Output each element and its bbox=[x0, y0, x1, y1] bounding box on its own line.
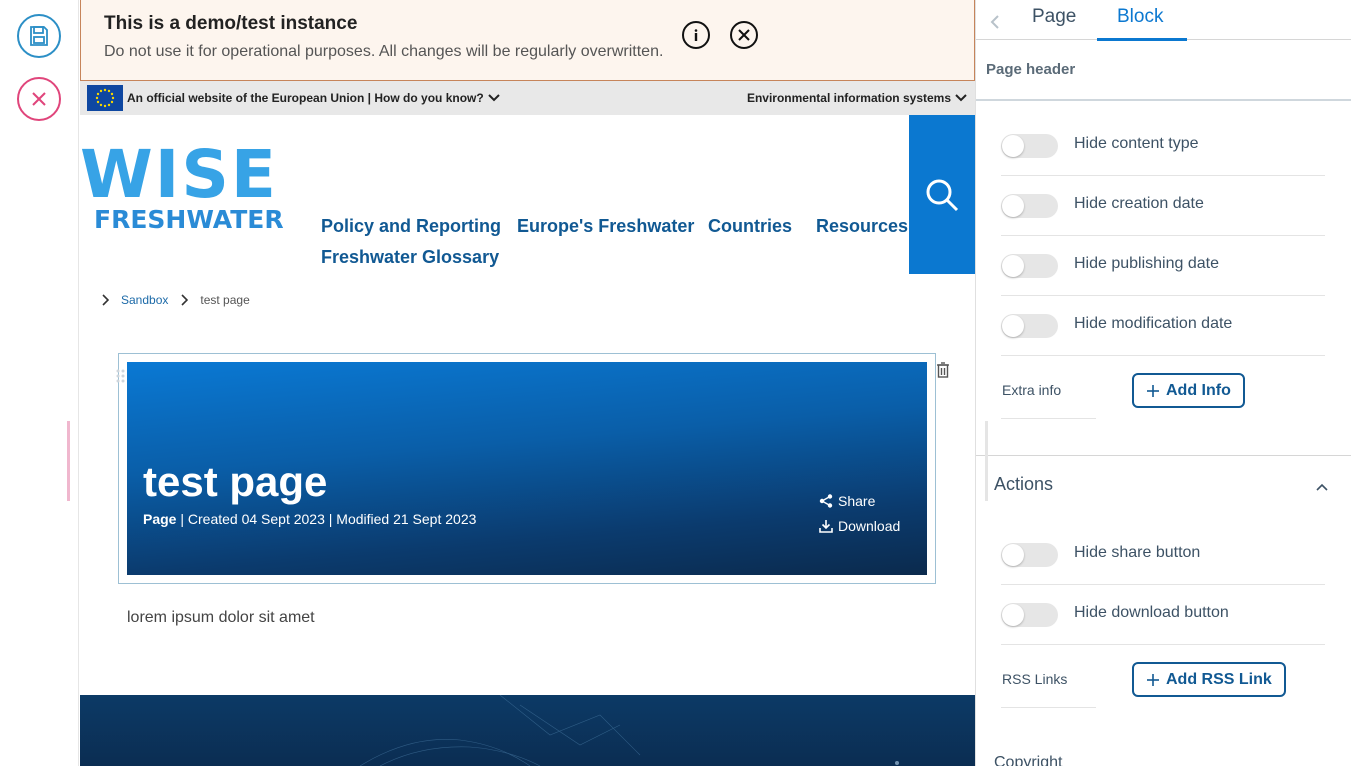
tab-block[interactable]: Block bbox=[1117, 6, 1163, 28]
editor-toolbar bbox=[0, 0, 79, 766]
info-icon[interactable] bbox=[682, 21, 710, 49]
section-title: Actions bbox=[994, 474, 1054, 494]
eu-bar: An official website of the European Unio… bbox=[80, 81, 975, 115]
breadcrumb: Sandbox test page bbox=[101, 293, 250, 307]
content-type: Page bbox=[143, 511, 177, 527]
share-button[interactable]: Share bbox=[819, 493, 875, 509]
logo-wise-text: WISE bbox=[80, 136, 278, 213]
share-icon bbox=[819, 494, 833, 508]
eu-official-text: An official website of the European Unio… bbox=[127, 91, 484, 105]
nav-item-policy[interactable]: Policy and Reporting bbox=[321, 216, 501, 237]
toggle-switch[interactable] bbox=[1001, 543, 1058, 567]
search-button[interactable] bbox=[909, 115, 975, 274]
toggle-row-hide-content-type[interactable]: Hide content type bbox=[1001, 116, 1325, 176]
chevron-down-icon bbox=[487, 94, 500, 102]
add-info-label: Add Info bbox=[1166, 381, 1231, 399]
eu-official-link[interactable]: An official website of the European Unio… bbox=[127, 91, 500, 105]
chevron-up-icon bbox=[1316, 478, 1328, 496]
toggle-switch[interactable] bbox=[1001, 603, 1058, 627]
toggle-label: Hide creation date bbox=[1074, 195, 1204, 212]
page-header-block: test page Page | Created 04 Sept 2023 | … bbox=[127, 362, 927, 575]
toggle-row-hide-share-button[interactable]: Hide share button bbox=[1001, 525, 1325, 585]
toggle-switch[interactable] bbox=[1001, 134, 1058, 158]
page-meta: Page | Created 04 Sept 2023 | Modified 2… bbox=[143, 511, 476, 527]
environmental-info-dropdown[interactable]: Environmental information systems bbox=[747, 91, 967, 105]
plus-icon bbox=[1147, 384, 1159, 397]
download-label: Download bbox=[838, 518, 901, 534]
environmental-info-text: Environmental information systems bbox=[746, 91, 951, 105]
logo-freshwater-text: FRESHWATER bbox=[94, 205, 284, 234]
close-icon[interactable] bbox=[730, 21, 758, 49]
nav-item-glossary[interactable]: Freshwater Glossary bbox=[321, 247, 499, 268]
section-title: Page header bbox=[986, 61, 1076, 78]
toggle-switch[interactable] bbox=[1001, 194, 1058, 218]
section-header-page-header: Page header bbox=[976, 40, 1351, 101]
save-button[interactable] bbox=[17, 14, 61, 58]
divider bbox=[1001, 707, 1096, 708]
save-icon bbox=[30, 26, 48, 46]
add-rss-link-label: Add RSS Link bbox=[1166, 670, 1272, 688]
toggle-switch[interactable] bbox=[1001, 314, 1058, 338]
nav-item-europes-freshwater[interactable]: Europe's Freshwater bbox=[517, 216, 694, 237]
block-marker bbox=[67, 421, 70, 501]
field-label: Extra info bbox=[1002, 382, 1062, 398]
toggle-label: Hide share button bbox=[1074, 544, 1201, 561]
text-block[interactable]: lorem ipsum dolor sit amet bbox=[127, 609, 315, 627]
field-rss-links: RSS Links Add RSS Link bbox=[1001, 662, 1325, 726]
add-info-button[interactable]: Add Info bbox=[1132, 373, 1245, 408]
editor-sidebar: Page Block Page header Hide content type… bbox=[975, 0, 1351, 766]
toggle-row-hide-download-button[interactable]: Hide download button bbox=[1001, 585, 1325, 645]
nav-item-resources[interactable]: Resources bbox=[816, 216, 908, 237]
share-label: Share bbox=[838, 493, 876, 509]
close-icon bbox=[32, 92, 46, 106]
download-icon bbox=[819, 520, 833, 533]
field-extra-info: Extra info Add Info bbox=[1001, 373, 1325, 437]
demo-banner: This is a demo/test instance Do not use … bbox=[80, 0, 975, 81]
divider bbox=[1001, 418, 1096, 419]
field-label: RSS Links bbox=[1002, 671, 1068, 687]
page-dates: | Created 04 Sept 2023 | Modified 21 Sep… bbox=[176, 511, 477, 527]
toggle-label: Hide content type bbox=[1074, 135, 1199, 152]
plus-icon bbox=[1147, 673, 1159, 686]
toggle-row-hide-modification-date[interactable]: Hide modification date bbox=[1001, 296, 1325, 356]
footer-banner-image bbox=[80, 695, 975, 766]
add-rss-link-button[interactable]: Add RSS Link bbox=[1132, 662, 1286, 697]
breadcrumb-current: test page bbox=[200, 293, 250, 307]
sidebar-tabs: Page Block bbox=[976, 0, 1351, 41]
chevron-right-icon bbox=[181, 294, 189, 306]
toggle-row-hide-publishing-date[interactable]: Hide publishing date bbox=[1001, 236, 1325, 296]
demo-banner-title: This is a demo/test instance bbox=[104, 13, 358, 34]
toggle-label: Hide download button bbox=[1074, 604, 1229, 621]
page-title: test page bbox=[143, 458, 328, 505]
toggle-row-hide-creation-date[interactable]: Hide creation date bbox=[1001, 176, 1325, 236]
toggle-label: Hide publishing date bbox=[1074, 255, 1219, 272]
breadcrumb-sandbox[interactable]: Sandbox bbox=[121, 293, 168, 307]
eu-flag-icon bbox=[87, 85, 123, 111]
section-title-partial: Copyright bbox=[994, 754, 1063, 766]
download-button[interactable]: Download bbox=[819, 518, 900, 534]
chevron-down-icon bbox=[955, 94, 967, 102]
nav-item-countries[interactable]: Countries bbox=[708, 216, 792, 237]
tab-page[interactable]: Page bbox=[1032, 6, 1076, 28]
trash-icon[interactable] bbox=[936, 362, 952, 380]
cancel-button[interactable] bbox=[17, 77, 61, 121]
demo-banner-text: Do not use it for operational purposes. … bbox=[104, 43, 664, 60]
page-content: This is a demo/test instance Do not use … bbox=[80, 0, 975, 766]
chevron-right-icon bbox=[102, 294, 109, 306]
search-icon bbox=[926, 179, 959, 211]
chevron-left-icon[interactable] bbox=[990, 14, 1000, 35]
site-logo[interactable]: WISE FRESHWATER bbox=[80, 142, 292, 236]
toggle-label: Hide modification date bbox=[1074, 315, 1233, 332]
section-header-actions[interactable]: Actions bbox=[976, 456, 1351, 512]
toggle-switch[interactable] bbox=[1001, 254, 1058, 278]
